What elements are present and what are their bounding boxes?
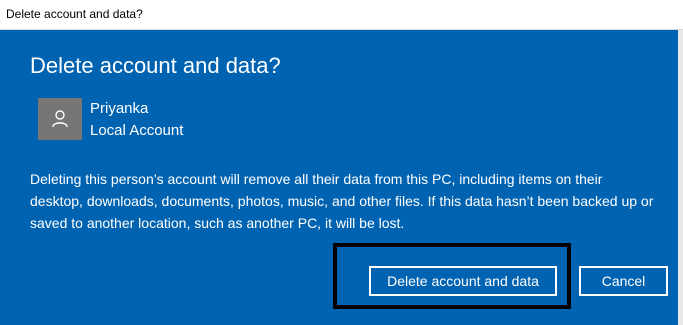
window-edge xyxy=(678,30,683,325)
window-title: Delete account and data? xyxy=(6,7,143,21)
account-type: Local Account xyxy=(90,122,184,139)
cancel-button[interactable]: Cancel xyxy=(579,266,668,296)
dialog-heading: Delete account and data? xyxy=(30,53,281,78)
delete-account-and-data-button[interactable]: Delete account and data xyxy=(369,266,557,296)
title-bar: Delete account and data? xyxy=(0,0,683,30)
person-icon xyxy=(52,110,68,128)
delete-account-dialog: Delete account and data? Priyanka Local … xyxy=(0,30,678,325)
user-avatar xyxy=(38,98,82,140)
user-name: Priyanka xyxy=(90,100,149,117)
warning-description: Deleting this person’s account will remo… xyxy=(30,171,654,231)
